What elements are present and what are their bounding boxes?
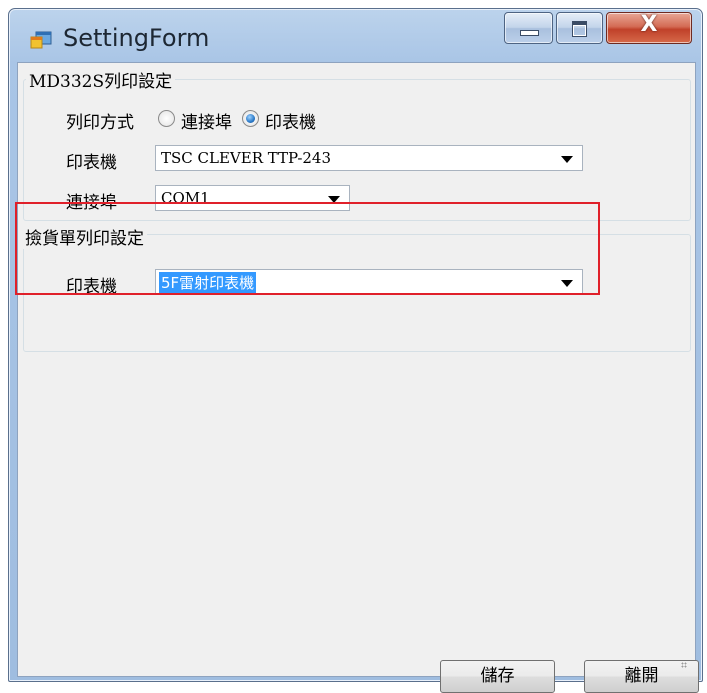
- window-title: SettingForm: [63, 24, 210, 52]
- maximize-button[interactable]: [556, 12, 603, 44]
- port-select[interactable]: COM1: [155, 185, 350, 211]
- radio-port[interactable]: [158, 110, 175, 127]
- picking-printer-label: 印表機: [66, 277, 117, 297]
- printer-label: 印表機: [66, 153, 117, 173]
- minimize-button[interactable]: [504, 12, 553, 44]
- save-button[interactable]: 儲存: [440, 660, 555, 693]
- group-title: MD332S列印設定: [26, 67, 176, 92]
- picking-printer-select[interactable]: 5F雷射印表機: [155, 269, 583, 295]
- port-label: 連接埠: [66, 193, 117, 213]
- group-title: 撿貨單列印設定: [22, 224, 147, 249]
- picking-printer-select-value: 5F雷射印表機: [159, 272, 257, 293]
- printer-select-value: TSC CLEVER TTP-243: [161, 149, 332, 167]
- form-client-area: MD332S列印設定 列印方式 連接埠 印表機 印表機 TSC CLEVER T…: [17, 62, 699, 693]
- maximize-icon: [572, 21, 587, 37]
- radio-printer[interactable]: [242, 110, 259, 127]
- close-button[interactable]: X: [606, 12, 692, 44]
- resize-grip-icon[interactable]: [681, 662, 687, 668]
- chevron-down-icon: [561, 280, 573, 287]
- radio-port-label[interactable]: 連接埠: [181, 108, 232, 133]
- chevron-down-icon: [561, 156, 573, 163]
- close-icon: X: [640, 12, 658, 37]
- chevron-down-icon: [328, 196, 340, 203]
- print-mode-label: 列印方式: [66, 113, 134, 133]
- radio-printer-label[interactable]: 印表機: [265, 108, 316, 133]
- printer-select[interactable]: TSC CLEVER TTP-243: [155, 145, 583, 171]
- title-bar[interactable]: SettingForm X: [9, 9, 702, 63]
- minimize-icon: [520, 30, 539, 36]
- port-select-value: COM1: [161, 189, 210, 207]
- app-icon: [30, 31, 52, 49]
- setting-form-window: SettingForm X MD332S列印設定 列印方式 連接埠 印表機 印表…: [8, 8, 703, 693]
